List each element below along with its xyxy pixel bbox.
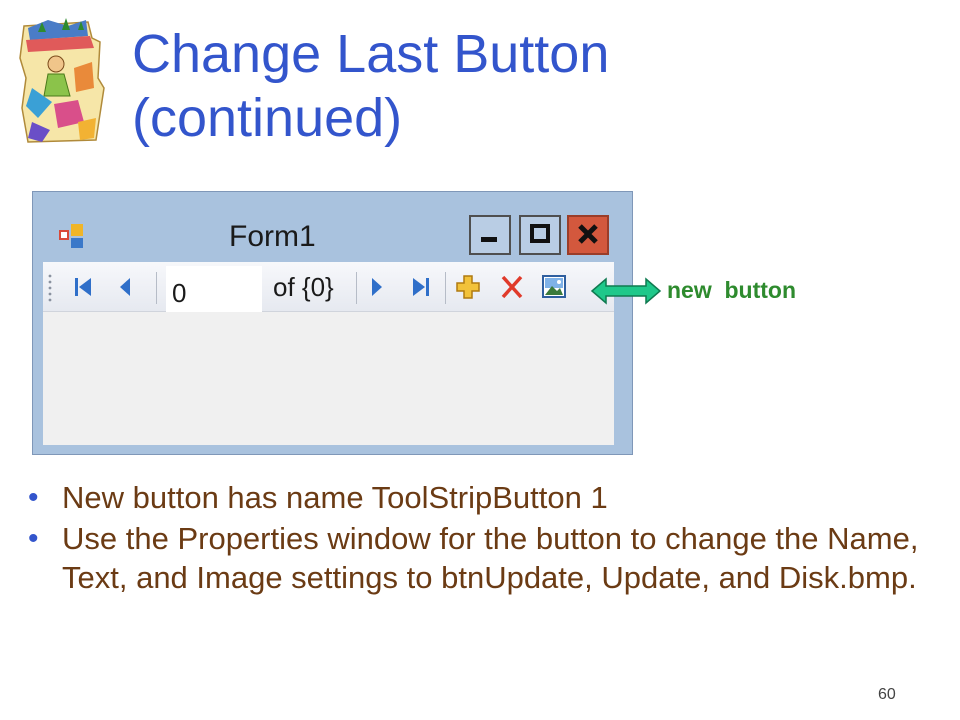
form-window: Form1 0 of {0} — [32, 191, 633, 455]
slide-title: Change Last Button (continued) — [132, 22, 932, 150]
bullet-list: • New button has name ToolStripButton 1 … — [28, 478, 938, 599]
callout-label: new button — [667, 277, 797, 303]
maximize-button[interactable] — [519, 215, 561, 255]
minimize-icon — [481, 237, 497, 242]
image-icon — [542, 275, 566, 298]
move-last-button[interactable] — [407, 262, 435, 312]
form-app-icon — [57, 222, 85, 250]
slide-title-line-2: (continued) — [132, 88, 403, 148]
bullet-item: • New button has name ToolStripButton 1 — [28, 478, 938, 517]
page-number: 60 — [878, 686, 896, 703]
toolbar-separator — [156, 272, 157, 304]
form-client-area — [43, 312, 614, 445]
move-first-button[interactable] — [69, 262, 97, 312]
minimize-button[interactable] — [469, 215, 511, 255]
maximize-icon — [530, 224, 550, 243]
bullet-text: Use the Properties window for the button… — [62, 521, 919, 595]
move-previous-icon — [120, 278, 130, 296]
delete-button[interactable] — [497, 262, 527, 312]
delete-icon — [501, 275, 523, 299]
move-previous-button[interactable] — [113, 262, 137, 312]
bullet-dot-icon: • — [28, 481, 39, 514]
bullet-item: • Use the Properties window for the butt… — [28, 519, 938, 597]
add-new-button[interactable] — [453, 262, 483, 312]
move-next-button[interactable] — [365, 262, 389, 312]
count-label: of {0} — [273, 272, 334, 302]
form-title: Form1 — [229, 220, 316, 253]
move-last-icon — [413, 278, 429, 296]
new-image-button[interactable] — [539, 262, 569, 312]
toolbar-separator — [356, 272, 357, 304]
add-new-icon — [456, 275, 480, 299]
bullet-text: New button has name ToolStripButton 1 — [62, 480, 608, 515]
move-next-icon — [372, 278, 382, 296]
double-arrow-icon — [590, 276, 662, 306]
toolbar-grip[interactable] — [47, 262, 53, 312]
slide-title-line-1: Change Last Button — [132, 24, 610, 84]
bullet-dot-icon: • — [28, 522, 39, 555]
close-button[interactable] — [567, 215, 609, 255]
toolbar-separator — [445, 272, 446, 304]
close-icon — [578, 224, 598, 244]
move-first-icon — [75, 278, 91, 296]
clipart-illustration — [18, 18, 106, 146]
position-input[interactable] — [166, 266, 262, 312]
binding-navigator-toolbar: of {0} — [43, 262, 614, 312]
